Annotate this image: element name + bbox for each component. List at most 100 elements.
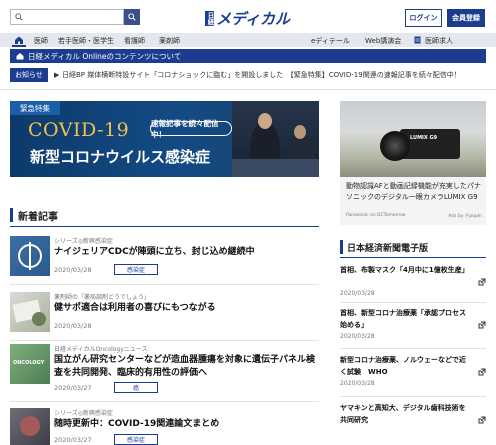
- person-face: [258, 113, 272, 129]
- article-kicker: シリーズ◎新興感染症: [54, 410, 113, 417]
- article-thumbnail: [10, 292, 50, 332]
- nikkei-item[interactable]: 首相、新型コロナ治療薬「承認プロセス始める」 2020/03/28: [340, 307, 486, 345]
- nav-item-web-lecture[interactable]: Web講演会: [365, 36, 401, 46]
- document-icon: [414, 36, 421, 44]
- nikkei-item-date: 2020/03/28: [340, 380, 375, 387]
- camera-brand: LUMIX G9: [410, 135, 438, 141]
- article-title[interactable]: 健サポ適合は利用者の喜びにもつながる: [54, 302, 318, 315]
- ad-copy[interactable]: 動物認識AFと動画記録機能が充実したパナソニックのデジタル一眼カメラLUMIX …: [346, 181, 482, 203]
- staff-emblem: [29, 242, 31, 270]
- camera-lens: [380, 131, 410, 161]
- ad-image: LUMIX G9: [340, 101, 486, 177]
- person-face: [294, 125, 306, 139]
- nikkei-item-title[interactable]: 新型コロナ治療薬、ノルウェーなどで近く試験 WHO: [340, 354, 466, 378]
- banner-pill: 速報記事を続々配信中！: [150, 119, 232, 139]
- nav-item-doctor-jobs[interactable]: 医師求人: [425, 36, 453, 46]
- notice-arrow-icon: ▶: [54, 71, 60, 79]
- logo-word: メディカル: [216, 9, 290, 28]
- notice-bar: お知らせ ▶ 日経BP 媒体横断特設サイト「コロナショックに臨む」を開設しました…: [10, 68, 486, 82]
- ad-block[interactable]: LUMIX G9 動物認識AFと動画記録機能が充実したパナソニックのデジタル一眼…: [340, 101, 486, 225]
- nikkei-item-title[interactable]: 首相、新型コロナ治療薬「承認プロセス始める」: [340, 307, 466, 331]
- article-divider: [10, 401, 319, 402]
- article-item[interactable]: シリーズ◎新興感染症 ナイジェリアCDCが陣頭に立ち、封じ込め継続中 2020/…: [10, 236, 319, 280]
- article-thumbnail: ONCOLOGY: [10, 344, 50, 384]
- heading-accent: [340, 240, 343, 254]
- nikkei-item[interactable]: 首相、布製マスク「4月中に1億枚生産」 2020/03/28: [340, 264, 486, 302]
- nikkei-item-title[interactable]: 首相、布製マスク「4月中に1億枚生産」: [340, 264, 469, 276]
- heading-accent: [10, 208, 13, 222]
- article-title[interactable]: 国立がん研究センターなどが造血器腫瘍を対象に遺伝子パネル検査を共同開発、臨床的有…: [54, 354, 318, 380]
- article-title[interactable]: ナイジェリアCDCが陣頭に立ち、封じ込め継続中: [54, 246, 318, 259]
- online-contents-link[interactable]: 日経メディカル Onlineのコンテンツについて: [28, 51, 181, 62]
- external-link-icon: [478, 416, 486, 424]
- nikkei-divider: [340, 302, 486, 303]
- info-icon: [16, 53, 24, 60]
- notice-label: お知らせ: [10, 68, 48, 82]
- banner-photo: [232, 101, 319, 177]
- virus-shape: [20, 416, 40, 436]
- article-date: 2020/03/28: [54, 266, 92, 274]
- search-input[interactable]: [27, 11, 119, 23]
- article-thumbnail: [10, 236, 50, 276]
- site-logo[interactable]: 日経 メディカル: [205, 8, 290, 28]
- search-icon: [128, 13, 136, 21]
- online-contents-bar[interactable]: 日経メディカル Onlineのコンテンツについて: [10, 49, 486, 63]
- heading-rule: [10, 226, 319, 227]
- login-button[interactable]: ログイン: [405, 9, 442, 27]
- search-button[interactable]: [124, 9, 140, 25]
- external-link-icon: [478, 368, 486, 376]
- article-date: 2020/03/27: [54, 384, 92, 392]
- nav-item-edetail[interactable]: eディテール: [311, 36, 350, 46]
- nikkei-item-date: 2020/03/28: [340, 333, 375, 340]
- notice-text[interactable]: 日経BP 媒体横断特設サイト「コロナショックに臨む」を開設しました 【緊急特集】…: [62, 70, 461, 80]
- article-tag[interactable]: 感染症: [114, 264, 158, 275]
- ad-provider[interactable]: Ads by ⓟpopIn: [448, 213, 482, 219]
- nikkei-item-date: 2020/03/28: [340, 290, 375, 297]
- article-divider: [10, 340, 319, 341]
- article-kicker: 日経メディカルOncologyニュース: [54, 346, 148, 353]
- article-date: 2020/03/27: [54, 436, 92, 444]
- article-item[interactable]: ONCOLOGY 日経メディカルOncologyニュース 国立がん研究センターな…: [10, 344, 319, 396]
- oncology-logo: ONCOLOGY: [13, 360, 45, 366]
- nav-item-nurse[interactable]: 看護師: [124, 36, 145, 46]
- nikkei-divider: [340, 348, 486, 349]
- article-item[interactable]: 薬剤師の「薬局調剤どうでしょう」 健サポ適合は利用者の喜びにもつながる 2020…: [10, 292, 319, 336]
- nav-item-young-doctor[interactable]: 若手医師・医学生: [58, 36, 114, 46]
- section-divider: [0, 89, 496, 90]
- nikkei-item-title[interactable]: ヤマキンと高知大、デジタル歯科技術を共同研究: [340, 402, 466, 426]
- covid-feature-banner[interactable]: 緊急特集 COVID-19 速報記事を続々配信中！ 新型コロナウイルス感染症: [10, 101, 319, 177]
- nikkei-title: 日本経済新聞電子版: [347, 244, 429, 254]
- article-item[interactable]: シリーズ◎新興感染症 随時更新中：COVID-19関連論文まとめ 2020/03…: [10, 408, 319, 445]
- nikkei-item[interactable]: ヤマキンと高知大、デジタル歯科技術を共同研究: [340, 402, 486, 442]
- home-icon[interactable]: [14, 35, 24, 45]
- article-tag[interactable]: 癌: [114, 382, 158, 393]
- article-thumbnail: [10, 408, 50, 445]
- main-nav: 医師 若手医師・医学生 看護師 薬剤師 eディテール Web講演会 医師求人: [0, 33, 496, 47]
- nav-item-doctor[interactable]: 医師: [34, 36, 48, 46]
- external-link-icon: [478, 321, 486, 329]
- nikkei-divider: [340, 396, 486, 397]
- home-active-indicator: [12, 45, 26, 47]
- banner-covid-heading: COVID-19: [28, 119, 130, 141]
- heading-rule: [340, 257, 486, 258]
- article-kicker: シリーズ◎新興感染症: [54, 238, 113, 245]
- external-link-icon: [478, 278, 486, 286]
- logo-badge: 日経: [205, 10, 214, 26]
- article-kicker: 薬剤師の「薬局調剤どうでしょう」: [54, 294, 151, 301]
- banner-title: 新型コロナウイルス感染症: [30, 148, 211, 166]
- register-button[interactable]: 会員登録: [447, 9, 485, 27]
- ad-source: Panasonic on DCTomorrow: [346, 213, 406, 218]
- banner-tag: 緊急特集: [10, 101, 60, 115]
- article-tag[interactable]: 感染症: [114, 434, 158, 445]
- article-divider: [10, 284, 319, 285]
- article-date: 2020/03/28: [54, 322, 92, 330]
- search-box[interactable]: [10, 9, 124, 25]
- site-header: 日経 メディカル ログイン 会員登録: [0, 0, 496, 34]
- nav-item-pharmacist[interactable]: 薬剤師: [159, 36, 180, 46]
- search-icon: [15, 13, 23, 21]
- nikkei-item[interactable]: 新型コロナ治療薬、ノルウェーなどで近く試験 WHO 2020/03/28: [340, 354, 486, 392]
- pill-shape: [32, 312, 46, 326]
- article-title[interactable]: 随時更新中：COVID-19関連論文まとめ: [54, 418, 318, 431]
- new-articles-title: 新着記事: [18, 212, 58, 223]
- podium: [232, 159, 319, 177]
